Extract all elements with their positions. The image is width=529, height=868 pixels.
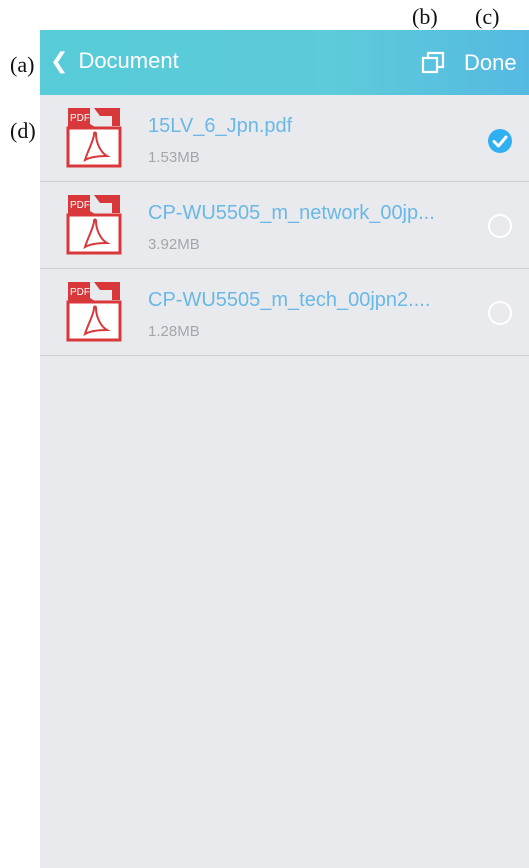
checkmark-icon[interactable]	[488, 129, 512, 153]
callout-a: (a)	[10, 52, 35, 77]
file-name: 15LV_6_Jpn.pdf	[148, 115, 293, 137]
radio-unchecked[interactable]	[488, 301, 512, 325]
radio-unchecked[interactable]	[488, 214, 512, 238]
phone-screen: ❮ Document Done PDF 15LV_6_Jpn.pdf 1.53M…	[40, 30, 529, 868]
file-name: CP-WU5505_m_tech_00jpn2....	[148, 289, 431, 311]
copy-icon[interactable]	[420, 50, 446, 76]
pdf-label: PDF	[70, 287, 90, 298]
file-size: 1.28MB	[148, 323, 200, 340]
page-title: Document	[78, 48, 179, 73]
pdf-file-icon: PDF	[66, 195, 122, 255]
file-name: CP-WU5505_m_network_00jp...	[148, 202, 435, 224]
callout-d: (d)	[10, 118, 36, 143]
file-size: 1.53MB	[148, 149, 200, 166]
callout-c: (c)	[475, 4, 500, 29]
list-item[interactable]: PDF CP-WU5505_m_network_00jp... 3.92MB	[40, 182, 529, 269]
back-button[interactable]: ❮ Document	[50, 48, 179, 74]
callout-b: (b)	[412, 4, 438, 29]
pdf-label: PDF	[70, 200, 90, 211]
done-button[interactable]: Done	[464, 50, 517, 76]
pdf-label: PDF	[70, 113, 90, 124]
chevron-left-icon: ❮	[50, 48, 69, 73]
pdf-file-icon: PDF	[66, 108, 122, 168]
list-item[interactable]: PDF 15LV_6_Jpn.pdf 1.53MB	[40, 95, 529, 182]
file-size: 3.92MB	[148, 236, 200, 253]
list-item[interactable]: PDF CP-WU5505_m_tech_00jpn2.... 1.28MB	[40, 269, 529, 356]
header-bar: ❮ Document Done	[40, 30, 529, 95]
pdf-file-icon: PDF	[66, 282, 122, 342]
